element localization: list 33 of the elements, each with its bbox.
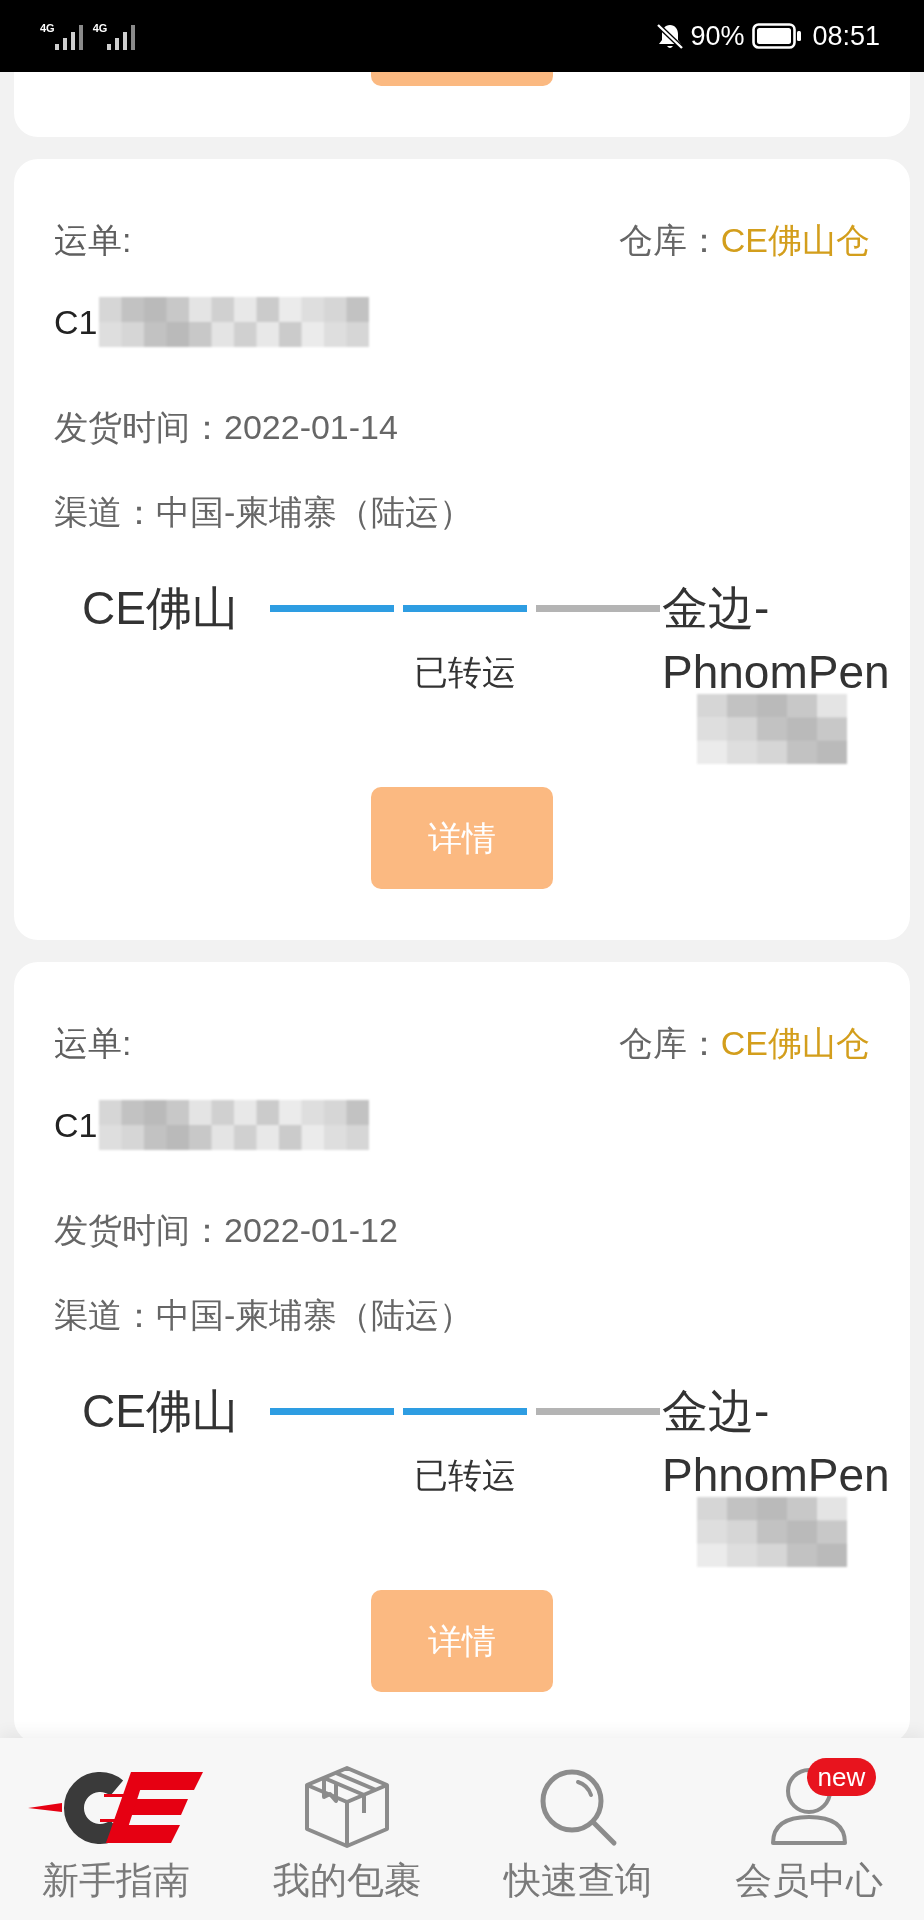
origin-name: CE佛山 xyxy=(82,1384,239,1439)
battery-icon xyxy=(752,23,803,49)
tracking-number: C1 xyxy=(54,302,98,343)
warehouse-label: 仓库： xyxy=(618,220,721,261)
signal-icon xyxy=(107,25,136,50)
logo-icon xyxy=(28,1769,203,1845)
ship-date: 发货时间：2022-01-12 xyxy=(54,1210,398,1251)
tab-item[interactable]: 快速查询 xyxy=(462,1738,693,1920)
origin-name: CE佛山 xyxy=(82,581,239,636)
details-button[interactable] xyxy=(371,72,553,86)
tab-item[interactable]: new 会员中心 xyxy=(693,1738,924,1920)
waybill-label: 运单: xyxy=(54,1023,132,1064)
tab-item[interactable]: 新手指南 xyxy=(0,1738,231,1920)
destination-name: 金边-PhnomPen xyxy=(662,581,891,700)
status-label: 已转运 xyxy=(414,1455,516,1496)
battery-percent: 90% xyxy=(690,20,745,52)
status-label: 已转运 xyxy=(414,652,516,693)
ship-date: 发货时间：2022-01-14 xyxy=(54,407,398,448)
warehouse-name: CE佛山仓 xyxy=(720,1023,870,1064)
tab-item[interactable]: 我的包裹 xyxy=(231,1738,462,1920)
shipping-channel: 渠道：中国-柬埔寨（陆运） xyxy=(54,1295,474,1336)
new-badge: new xyxy=(806,1758,877,1796)
package-icon xyxy=(303,1765,390,1849)
clock-time: 08:51 xyxy=(812,20,880,52)
destination-name: 金边-PhnomPen xyxy=(662,1384,891,1503)
shipping-channel: 渠道：中国-柬埔寨（陆运） xyxy=(54,492,474,533)
network-type: 4G xyxy=(40,22,55,34)
warehouse-name: CE佛山仓 xyxy=(720,220,870,261)
network-type: 4G xyxy=(92,22,108,34)
warehouse-label: 仓库： xyxy=(618,1023,721,1064)
tracking-number: C1 xyxy=(54,1105,98,1146)
signal-icon xyxy=(54,25,83,50)
waybill-label: 运单: xyxy=(54,220,132,261)
